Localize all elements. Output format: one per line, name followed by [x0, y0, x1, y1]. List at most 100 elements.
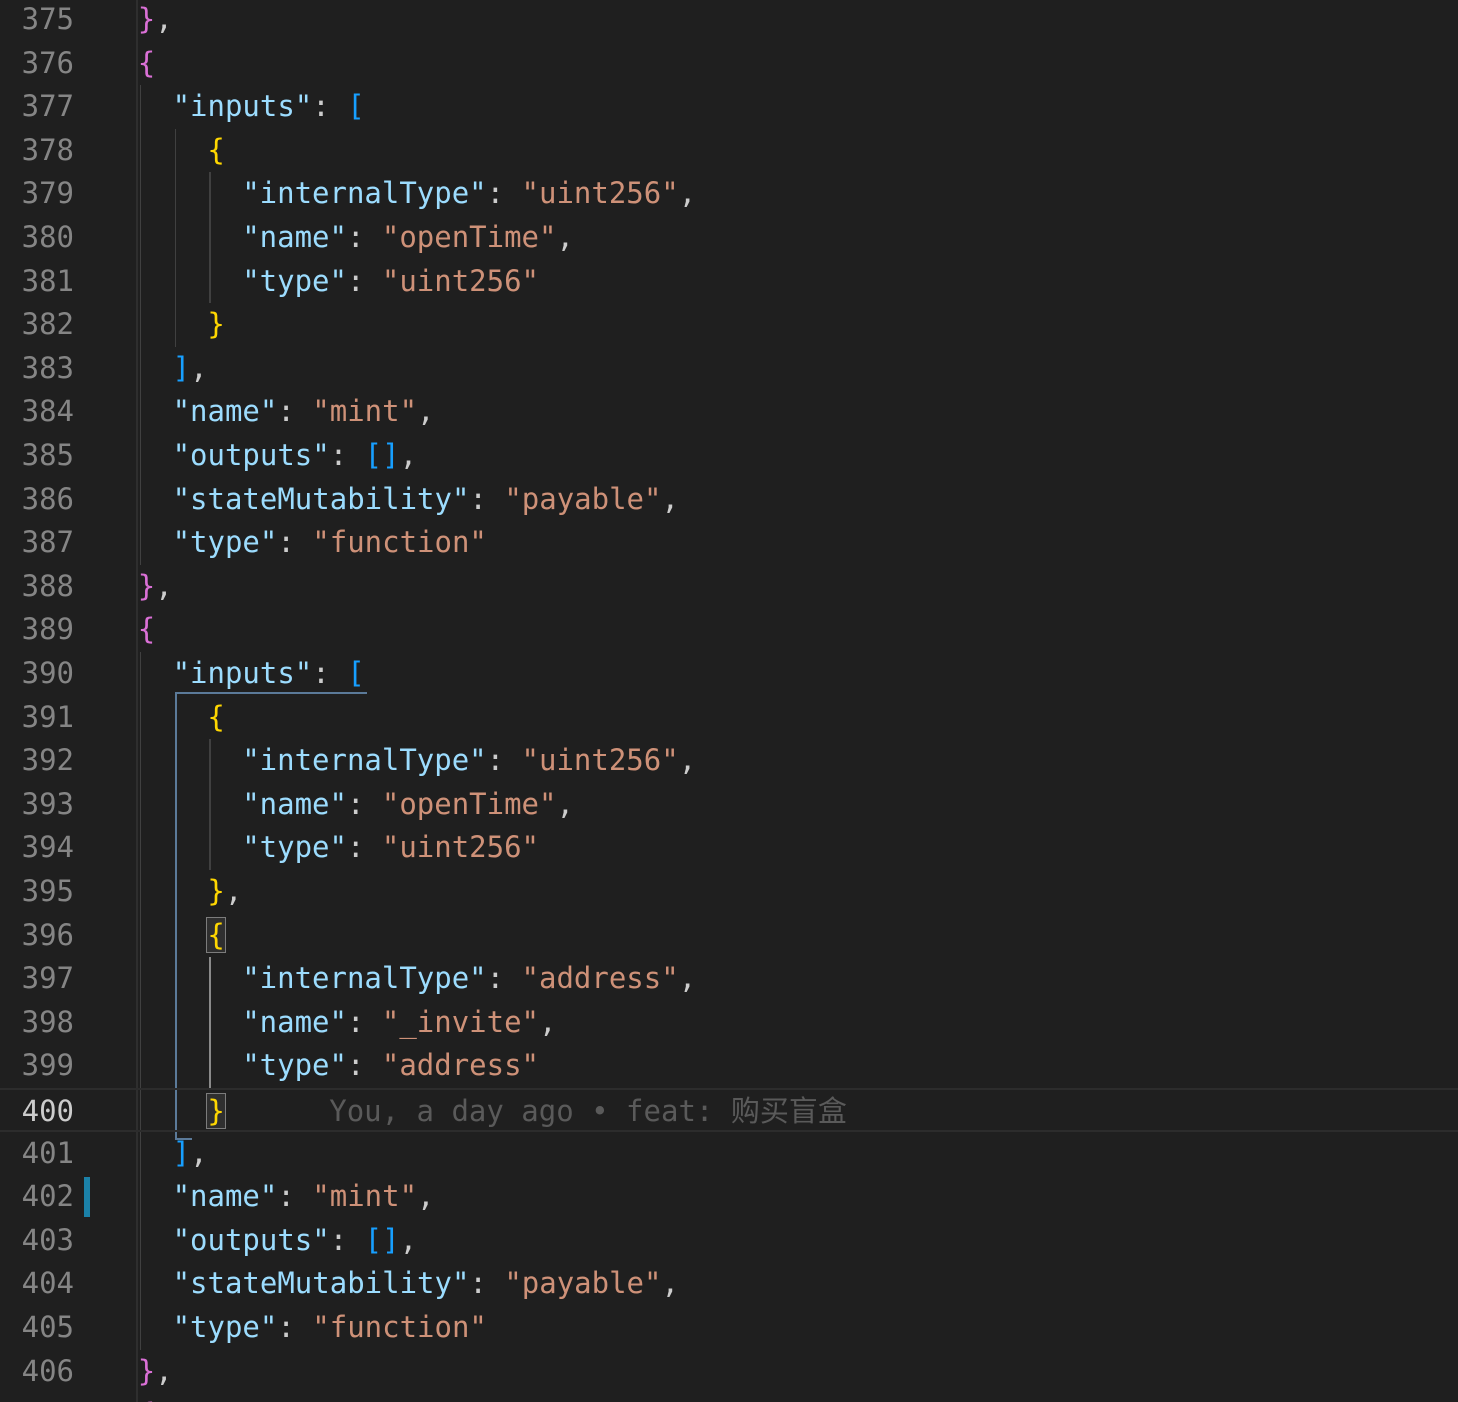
code-line[interactable]: 392 "internalType": "uint256", [0, 739, 1458, 783]
line-number[interactable]: 405 [0, 1306, 74, 1350]
code-line[interactable]: 394 "type": "uint256" [0, 826, 1458, 870]
code-line[interactable]: 380 "name": "openTime", [0, 216, 1458, 260]
code-line[interactable]: 401], [0, 1132, 1458, 1176]
line-number[interactable]: 397 [0, 957, 74, 1001]
code-text[interactable]: "name": "openTime", [242, 783, 574, 827]
code-text[interactable]: "type": "address" [242, 1044, 539, 1088]
code-text[interactable]: }, [207, 870, 242, 914]
code-text[interactable]: { [207, 129, 224, 173]
code-line[interactable]: 386 "stateMutability": "payable", [0, 478, 1458, 522]
code-line[interactable]: 383], [0, 347, 1458, 391]
code-text[interactable]: "inputs": [ [173, 85, 365, 129]
code-text[interactable]: "name": "_invite", [242, 1001, 556, 1045]
code-line[interactable]: 387 "type": "function" [0, 521, 1458, 565]
line-number[interactable]: 394 [0, 826, 74, 870]
line-number[interactable]: 385 [0, 434, 74, 478]
code-text[interactable]: "type": "function" [173, 521, 487, 565]
code-line[interactable]: 390 "inputs": [ [0, 652, 1458, 696]
code-line[interactable]: 403 "outputs": [], [0, 1219, 1458, 1263]
line-number[interactable]: 401 [0, 1132, 74, 1176]
line-number[interactable]: 390 [0, 652, 74, 696]
line-number[interactable]: 392 [0, 739, 74, 783]
code-text[interactable]: "name": "mint", [173, 1175, 435, 1219]
code-text[interactable]: } You, a day ago • feat: 购买盲盒 [206, 1090, 847, 1134]
code-line[interactable]: 385 "outputs": [], [0, 434, 1458, 478]
code-text[interactable]: "inputs": [ [173, 652, 365, 696]
code-text[interactable]: "stateMutability": "payable", [173, 1262, 679, 1306]
line-number[interactable]: 382 [0, 303, 74, 347]
code-text[interactable]: "name": "mint", [173, 390, 435, 434]
code-text[interactable]: { [206, 914, 226, 958]
line-number[interactable]: 406 [0, 1350, 74, 1394]
code-line[interactable]: 393 "name": "openTime", [0, 783, 1458, 827]
line-number[interactable]: 387 [0, 521, 74, 565]
line-number[interactable]: 391 [0, 696, 74, 740]
code-line[interactable]: 398 "name": "_invite", [0, 1001, 1458, 1045]
code-text[interactable]: "type": "function" [173, 1306, 487, 1350]
code-text[interactable]: "outputs": [], [173, 434, 417, 478]
code-line[interactable]: 400 } You, a day ago • feat: 购买盲盒 [0, 1088, 1458, 1132]
code-line[interactable]: 382} [0, 303, 1458, 347]
git-modified-marker[interactable] [84, 1177, 90, 1217]
code-line[interactable]: 395}, [0, 870, 1458, 914]
code-text[interactable]: }, [138, 0, 173, 42]
code-text[interactable]: "internalType": "uint256", [242, 739, 696, 783]
line-number[interactable]: 379 [0, 172, 74, 216]
line-number[interactable]: 407 [0, 1393, 74, 1402]
line-number[interactable]: 404 [0, 1262, 74, 1306]
line-number[interactable]: 398 [0, 1001, 74, 1045]
code-line[interactable]: 396 { [0, 914, 1458, 958]
code-line[interactable]: 399 "type": "address" [0, 1044, 1458, 1088]
code-text[interactable]: "name": "openTime", [242, 216, 574, 260]
line-number[interactable]: 375 [0, 0, 74, 42]
code-text[interactable]: { [138, 1393, 155, 1402]
code-line[interactable]: 397 "internalType": "address", [0, 957, 1458, 1001]
line-number[interactable]: 383 [0, 347, 74, 391]
line-number[interactable]: 400 [0, 1090, 74, 1134]
code-text[interactable]: { [138, 608, 155, 652]
line-number[interactable]: 381 [0, 260, 74, 304]
code-text[interactable]: "type": "uint256" [242, 826, 539, 870]
line-number[interactable]: 378 [0, 129, 74, 173]
code-text[interactable]: { [207, 696, 224, 740]
code-text[interactable]: { [138, 42, 155, 86]
line-number[interactable]: 399 [0, 1044, 74, 1088]
code-text[interactable]: }, [138, 565, 173, 609]
code-text[interactable]: "stateMutability": "payable", [173, 478, 679, 522]
code-line[interactable]: 404 "stateMutability": "payable", [0, 1262, 1458, 1306]
code-line[interactable]: 384 "name": "mint", [0, 390, 1458, 434]
code-line[interactable]: 402 "name": "mint", [0, 1175, 1458, 1219]
code-text[interactable]: "type": "uint256" [242, 260, 539, 304]
line-number[interactable]: 393 [0, 783, 74, 827]
line-number[interactable]: 386 [0, 478, 74, 522]
line-number[interactable]: 395 [0, 870, 74, 914]
code-line[interactable]: 378 { [0, 129, 1458, 173]
code-line[interactable]: 376 { [0, 42, 1458, 86]
code-text[interactable]: "internalType": "uint256", [242, 172, 696, 216]
code-line[interactable]: 407 { [0, 1393, 1458, 1402]
code-line[interactable]: 389 { [0, 608, 1458, 652]
line-number[interactable]: 384 [0, 390, 74, 434]
code-text[interactable]: } [207, 303, 224, 347]
code-line[interactable]: 388}, [0, 565, 1458, 609]
code-line[interactable]: 379 "internalType": "uint256", [0, 172, 1458, 216]
code-text[interactable]: ], [173, 1132, 208, 1176]
code-line[interactable]: 405 "type": "function" [0, 1306, 1458, 1350]
code-line[interactable]: 406}, [0, 1350, 1458, 1394]
line-number[interactable]: 388 [0, 565, 74, 609]
code-line[interactable]: 377 "inputs": [ [0, 85, 1458, 129]
line-number[interactable]: 402 [0, 1175, 74, 1219]
code-text[interactable]: ], [173, 347, 208, 391]
code-text[interactable]: "outputs": [], [173, 1219, 417, 1263]
line-number[interactable]: 396 [0, 914, 74, 958]
code-line[interactable]: 381 "type": "uint256" [0, 260, 1458, 304]
code-line[interactable]: 391 { [0, 696, 1458, 740]
line-number[interactable]: 380 [0, 216, 74, 260]
code-text[interactable]: }, [138, 1350, 173, 1394]
code-editor[interactable]: 375}, 376{377 "inputs": [378{379 "internalT… [0, 0, 1458, 1402]
line-number[interactable]: 376 [0, 42, 74, 86]
code-line[interactable]: 375}, [0, 0, 1458, 42]
line-number[interactable]: 377 [0, 85, 74, 129]
line-number[interactable]: 389 [0, 608, 74, 652]
code-text[interactable]: "internalType": "address", [242, 957, 696, 1001]
